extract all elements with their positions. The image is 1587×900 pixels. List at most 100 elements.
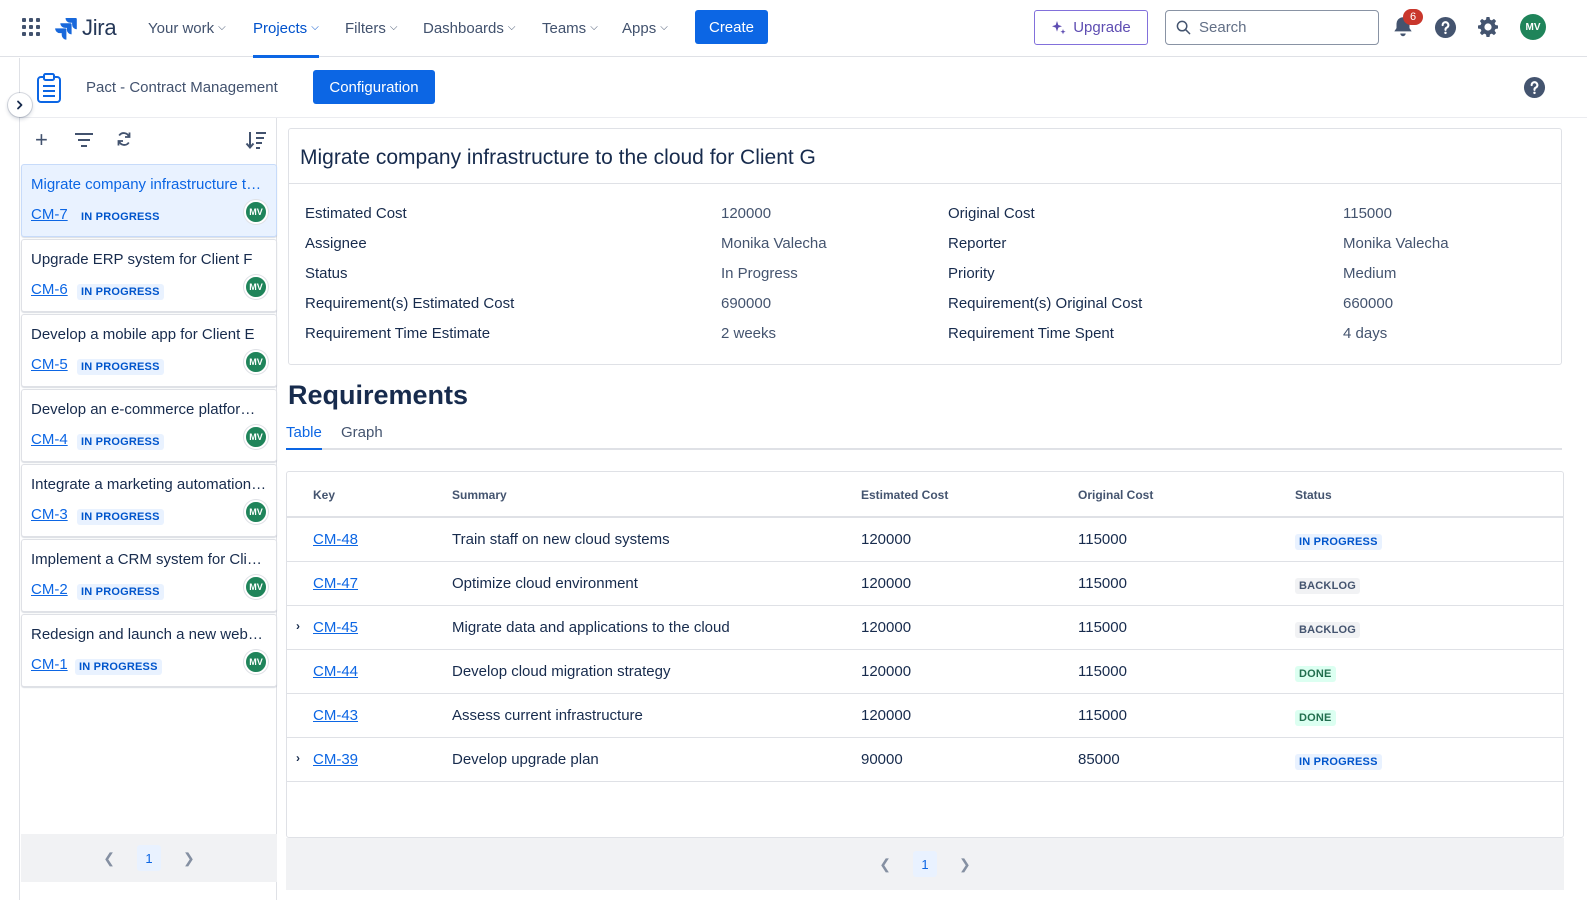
column-header[interactable]: Key	[313, 488, 335, 502]
logo-text: Jira	[82, 15, 117, 40]
nav-your-work[interactable]: Your work ⌵	[148, 0, 226, 57]
estimated-cost: 120000	[861, 531, 912, 548]
jira-logo[interactable]: Jira	[54, 14, 117, 42]
requirements-table: Key Summary Estimated Cost Original Cost…	[286, 471, 1564, 838]
issue-card[interactable]: Upgrade ERP system for Client F CM-6 IN …	[21, 239, 277, 312]
issue-card-key[interactable]: CM-3	[31, 506, 68, 523]
table-row[interactable]: CM-43 Assess current infrastructure 1200…	[287, 694, 1563, 738]
nav-dashboards[interactable]: Dashboards ⌵	[423, 0, 515, 57]
issue-card[interactable]: Migrate company infrastructure to the cl…	[21, 164, 277, 237]
app-switcher-icon[interactable]	[22, 18, 40, 36]
column-header[interactable]: Original Cost	[1078, 488, 1153, 502]
column-header[interactable]: Summary	[452, 488, 507, 502]
field-label: Priority	[948, 265, 995, 282]
expand-row-icon[interactable]: ›	[296, 619, 300, 633]
question-icon[interactable]	[1523, 76, 1546, 99]
nav-label: Your work	[148, 20, 215, 37]
issue-card[interactable]: Develop an e-commerce platform for Clien…	[21, 389, 277, 462]
field-label: Original Cost	[948, 205, 1035, 222]
next-page-icon[interactable]: ❯	[183, 850, 195, 867]
tab-graph[interactable]: Graph	[341, 424, 383, 441]
requirements-heading: Requirements	[288, 380, 469, 410]
expand-row-icon[interactable]: ›	[296, 751, 300, 765]
field-label: Status	[305, 265, 348, 282]
table-row[interactable]: CM-47 Optimize cloud environment 120000 …	[287, 562, 1563, 606]
issue-card-key[interactable]: CM-7	[31, 206, 68, 223]
requirement-summary: Develop cloud migration strategy	[452, 663, 671, 680]
requirement-key[interactable]: CM-45	[313, 619, 358, 636]
nav-apps[interactable]: Apps ⌵	[622, 0, 668, 57]
column-header[interactable]: Status	[1295, 488, 1332, 502]
estimated-cost: 120000	[861, 707, 912, 724]
field-value: In Progress	[721, 265, 798, 282]
sidebar-rail	[0, 58, 20, 900]
requirement-key[interactable]: CM-47	[313, 575, 358, 592]
search-box[interactable]	[1165, 10, 1379, 45]
assignee-avatar: MV	[244, 350, 268, 374]
issue-card[interactable]: Implement a CRM system for Client B CM-2…	[21, 539, 277, 612]
requirement-summary: Optimize cloud environment	[452, 575, 638, 592]
prev-page-icon[interactable]: ❮	[879, 856, 891, 873]
original-cost: 115000	[1078, 707, 1127, 724]
chevron-down-icon: ⌵	[218, 22, 226, 33]
prev-page-icon[interactable]: ❮	[103, 850, 115, 867]
page-number[interactable]: 1	[137, 845, 161, 871]
requirements-tabs: Table Graph	[286, 420, 1562, 450]
user-avatar[interactable]: MV	[1520, 14, 1546, 40]
tab-table[interactable]: Table	[286, 424, 322, 450]
field-value: 690000	[721, 295, 772, 312]
column-header[interactable]: Estimated Cost	[861, 488, 948, 502]
issue-card-key[interactable]: CM-1	[31, 656, 68, 673]
upgrade-button[interactable]: Upgrade	[1034, 10, 1148, 45]
field-value: 120000	[721, 205, 772, 222]
status-lozenge: IN PROGRESS	[77, 284, 164, 300]
nav-filters[interactable]: Filters ⌵	[345, 0, 397, 57]
field-value: 660000	[1343, 295, 1394, 312]
issue-card[interactable]: Develop a mobile app for Client E CM-5 I…	[21, 314, 277, 387]
issue-card-key[interactable]: CM-6	[31, 281, 68, 298]
requirement-key[interactable]: CM-43	[313, 707, 358, 724]
refresh-icon[interactable]	[116, 131, 132, 147]
requirement-summary: Develop upgrade plan	[452, 751, 599, 768]
create-button[interactable]: Create	[695, 10, 768, 44]
status-lozenge: IN PROGRESS	[77, 359, 164, 375]
upgrade-label: Upgrade	[1073, 19, 1131, 36]
table-row[interactable]: CM-44 Develop cloud migration strategy 1…	[287, 650, 1563, 694]
gear-icon[interactable]	[1476, 15, 1500, 39]
original-cost: 115000	[1078, 575, 1127, 592]
filter-icon[interactable]	[74, 132, 94, 148]
table-row[interactable]: › CM-45 Migrate data and applications to…	[287, 606, 1563, 650]
status-lozenge: DONE	[1295, 710, 1336, 726]
chevron-down-icon: ⌵	[507, 22, 516, 33]
sort-icon[interactable]	[245, 130, 267, 150]
estimated-cost: 120000	[861, 663, 912, 680]
issue-card-key[interactable]: CM-2	[31, 581, 68, 598]
issue-card[interactable]: Integrate a marketing automation platfor…	[21, 464, 277, 537]
issue-card[interactable]: Redesign and launch a new website for Cl…	[21, 614, 277, 687]
question-icon[interactable]	[1434, 16, 1457, 39]
table-row[interactable]: CM-48 Train staff on new cloud systems 1…	[287, 518, 1563, 562]
issue-list-toolbar: +	[21, 118, 277, 162]
nav-teams[interactable]: Teams ⌵	[542, 0, 598, 57]
next-page-icon[interactable]: ❯	[959, 856, 971, 873]
requirement-key[interactable]: CM-39	[313, 751, 358, 768]
field-value: 115000	[1343, 205, 1392, 222]
assignee-avatar: MV	[244, 500, 268, 524]
requirement-key[interactable]: CM-48	[313, 531, 358, 548]
project-name[interactable]: Pact - Contract Management	[86, 79, 278, 96]
search-input[interactable]	[1199, 19, 1359, 36]
configuration-button[interactable]: Configuration	[313, 70, 435, 104]
issue-card-key[interactable]: CM-4	[31, 431, 68, 448]
page-number[interactable]: 1	[913, 851, 937, 877]
add-icon[interactable]: +	[35, 129, 48, 151]
issue-card-key[interactable]: CM-5	[31, 356, 68, 373]
requirement-summary: Migrate data and applications to the clo…	[452, 619, 730, 636]
issue-card-title: Upgrade ERP system for Client F	[31, 251, 253, 268]
expand-sidebar-button[interactable]	[8, 93, 32, 117]
nav-projects[interactable]: Projects ⌵	[253, 0, 319, 58]
jira-logo-icon	[55, 18, 77, 40]
assignee-avatar: MV	[244, 200, 268, 224]
table-row[interactable]: › CM-39 Develop upgrade plan 90000 85000…	[287, 738, 1563, 782]
chevron-down-icon: ⌵	[389, 22, 398, 33]
requirement-key[interactable]: CM-44	[313, 663, 358, 680]
